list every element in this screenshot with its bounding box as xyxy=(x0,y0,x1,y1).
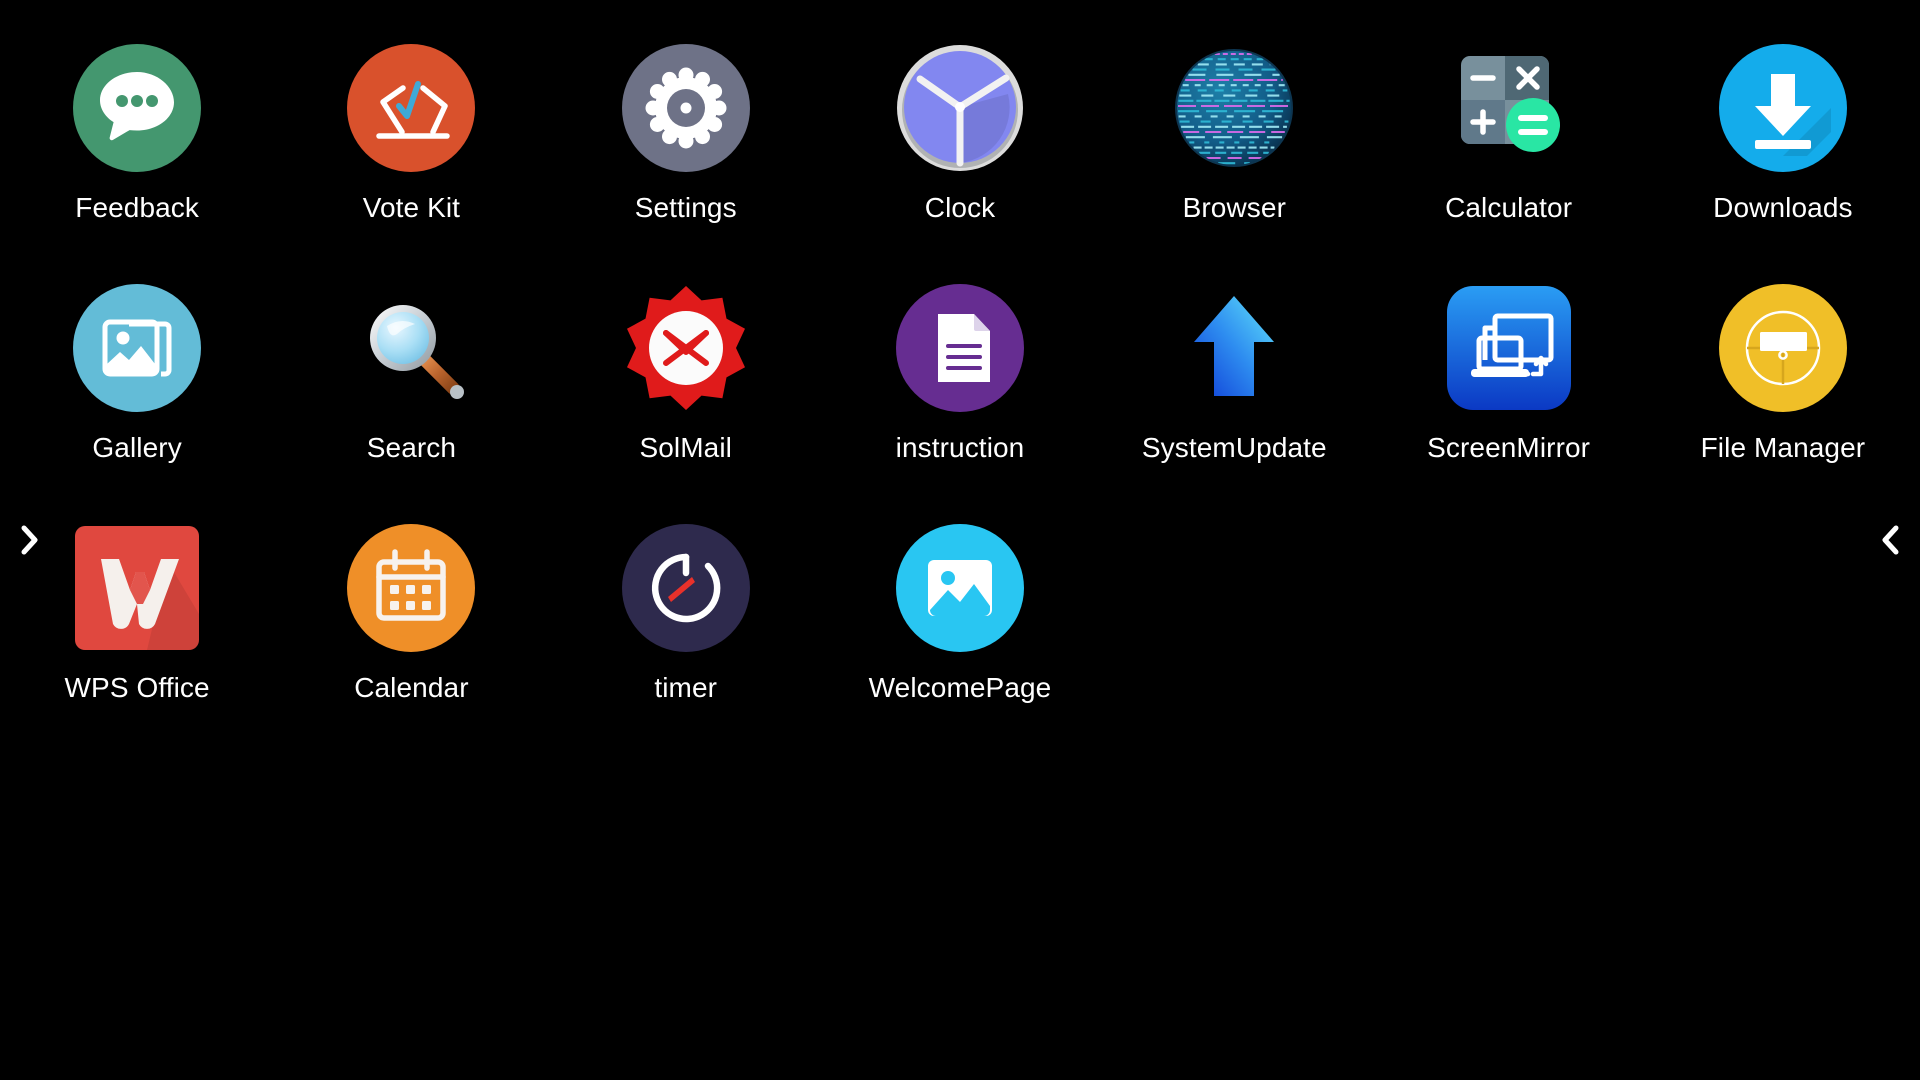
app-item-calendar[interactable]: Calendar xyxy=(274,520,548,760)
download-arrow-icon xyxy=(1718,44,1847,172)
document-icon xyxy=(896,284,1024,412)
app-item-systemupdate[interactable]: SystemUpdate xyxy=(1097,280,1371,520)
app-label: Downloads xyxy=(1713,192,1853,223)
app-item-instruction[interactable]: instruction xyxy=(823,280,1097,520)
feedback-chat-bubble-icon xyxy=(73,44,202,172)
app-label: Settings xyxy=(634,192,737,223)
photo-stack-icon xyxy=(73,284,202,412)
app-item-calculator[interactable]: Calculator xyxy=(1371,40,1645,280)
app-label: SystemUpdate xyxy=(1141,432,1327,463)
app-item-browser[interactable]: Browser xyxy=(1097,40,1371,280)
globe-icon xyxy=(1170,44,1298,172)
file-manager-icon xyxy=(1718,284,1847,412)
app-item-gallery[interactable]: Gallery xyxy=(0,280,274,520)
app-item-welcomepage[interactable]: WelcomePage xyxy=(823,520,1097,760)
app-item-settings[interactable]: Settings xyxy=(549,40,823,280)
app-label: Gallery xyxy=(92,432,182,463)
app-item-screenmirror[interactable]: ScreenMirror xyxy=(1371,280,1645,520)
app-label: Calculator xyxy=(1445,192,1573,223)
app-item-feedback[interactable]: Feedback xyxy=(0,40,274,280)
app-label: WPS Office xyxy=(64,672,210,703)
app-item-timer[interactable]: timer xyxy=(549,520,823,760)
screen-mirror-icon xyxy=(1445,284,1573,412)
calculator-icon xyxy=(1445,44,1573,172)
app-drawer-screen: Feedback Vote Kit Settings Clock Browser Calc… xyxy=(0,0,1920,1080)
app-label: instruction xyxy=(895,432,1025,463)
image-icon xyxy=(896,524,1024,652)
app-label: ScreenMirror xyxy=(1427,432,1591,463)
app-label: Vote Kit xyxy=(362,192,461,223)
app-item-wps-office[interactable]: WPS Office xyxy=(0,520,274,760)
wps-w-icon xyxy=(73,524,201,652)
magnifier-icon xyxy=(347,284,475,412)
app-label: SolMail xyxy=(639,432,732,463)
app-item-solmail[interactable]: SolMail xyxy=(549,280,823,520)
vote-ballot-box-icon xyxy=(347,44,476,172)
mail-badge-icon xyxy=(622,284,750,412)
app-item-file-manager[interactable]: File Manager xyxy=(1646,280,1920,520)
app-item-search[interactable]: Search xyxy=(274,280,548,520)
app-grid: Feedback Vote Kit Settings Clock Browser Calc… xyxy=(0,40,1920,760)
app-label: timer xyxy=(654,672,718,703)
app-item-vote-kit[interactable]: Vote Kit xyxy=(274,40,548,280)
app-item-downloads[interactable]: Downloads xyxy=(1646,40,1920,280)
gear-icon xyxy=(621,44,750,172)
calendar-icon xyxy=(347,524,476,652)
up-arrow-icon xyxy=(1170,284,1298,412)
app-label: Calendar xyxy=(354,672,469,703)
app-label: Search xyxy=(366,432,457,463)
app-label: Clock xyxy=(924,192,996,223)
app-label: File Manager xyxy=(1700,432,1866,463)
app-label: Browser xyxy=(1182,192,1286,223)
analog-clock-icon xyxy=(896,44,1024,172)
stopwatch-icon xyxy=(621,524,750,652)
app-item-clock[interactable]: Clock xyxy=(823,40,1097,280)
app-label: Feedback xyxy=(75,192,199,223)
app-label: WelcomePage xyxy=(868,672,1052,703)
